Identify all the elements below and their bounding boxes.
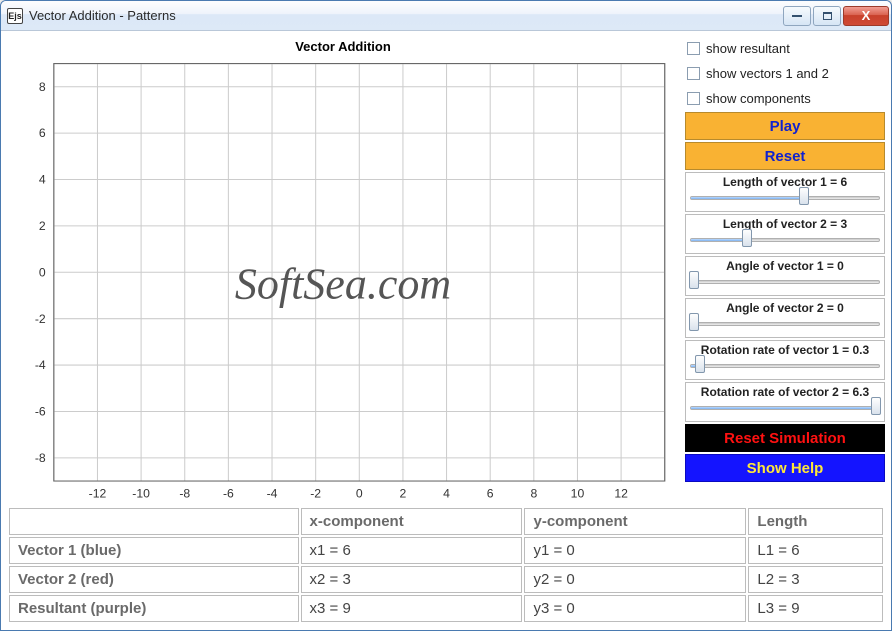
svg-text:4: 4 — [39, 173, 46, 187]
checkbox-label: show vectors 1 and 2 — [706, 66, 829, 81]
svg-text:8: 8 — [530, 486, 537, 500]
slider-thumb[interactable] — [689, 313, 699, 331]
reset-simulation-button[interactable]: Reset Simulation — [685, 424, 885, 452]
svg-text:-10: -10 — [132, 486, 150, 500]
slider-thumb[interactable] — [695, 355, 705, 373]
row-x: x3 = 9 — [301, 595, 523, 622]
chart-panel: Vector Addition -12 -10 -8 -6 -4 -2 0 2 4 6 8 10 12 -… — [7, 37, 679, 500]
play-button[interactable]: Play — [685, 112, 885, 140]
table-header — [9, 508, 299, 535]
table-row: Vector 2 (red) x2 = 3 y2 = 0 L2 = 3 — [9, 566, 883, 593]
close-icon: X — [862, 8, 871, 23]
checkbox-show-vectors[interactable]: show vectors 1 and 2 — [685, 62, 885, 85]
row-name: Vector 2 (red) — [9, 566, 299, 593]
slider-label: Length of vector 1 = 6 — [690, 175, 880, 191]
svg-text:6: 6 — [487, 486, 494, 500]
row-l: L2 = 3 — [748, 566, 883, 593]
checkbox-show-resultant[interactable]: show resultant — [685, 37, 885, 60]
svg-text:6: 6 — [39, 126, 46, 140]
slider-rate-1[interactable]: Rotation rate of vector 1 = 0.3 — [685, 340, 885, 380]
svg-text:0: 0 — [356, 486, 363, 500]
slider-thumb[interactable] — [871, 397, 881, 415]
row-x: x1 = 6 — [301, 537, 523, 564]
chart-title: Vector Addition — [7, 37, 679, 58]
table-header-row: x-component y-component Length — [9, 508, 883, 535]
titlebar[interactable]: Ejs Vector Addition - Patterns X — [1, 1, 891, 31]
svg-text:8: 8 — [39, 80, 46, 94]
svg-text:-8: -8 — [179, 486, 190, 500]
svg-text:0: 0 — [39, 265, 46, 279]
maximize-icon — [823, 12, 832, 20]
slider-label: Rotation rate of vector 2 = 6.3 — [690, 385, 880, 401]
slider-length-1[interactable]: Length of vector 1 = 6 — [685, 172, 885, 212]
slider-thumb[interactable] — [689, 271, 699, 289]
row-name: Resultant (purple) — [9, 595, 299, 622]
svg-text:-4: -4 — [267, 486, 278, 500]
svg-text:12: 12 — [614, 486, 628, 500]
checkbox-icon — [687, 67, 700, 80]
table-header: y-component — [524, 508, 746, 535]
table-row: Vector 1 (blue) x1 = 6 y1 = 0 L1 = 6 — [9, 537, 883, 564]
svg-text:2: 2 — [39, 219, 46, 233]
slider-label: Rotation rate of vector 1 = 0.3 — [690, 343, 880, 359]
slider-label: Angle of vector 2 = 0 — [690, 301, 880, 317]
svg-text:-2: -2 — [310, 486, 321, 500]
svg-text:-8: -8 — [35, 451, 46, 465]
svg-text:-6: -6 — [35, 405, 46, 419]
svg-text:2: 2 — [400, 486, 407, 500]
slider-length-2[interactable]: Length of vector 2 = 3 — [685, 214, 885, 254]
window-title: Vector Addition - Patterns — [29, 8, 781, 23]
data-table: x-component y-component Length Vector 1 … — [7, 506, 885, 624]
table-row: Resultant (purple) x3 = 9 y3 = 0 L3 = 9 — [9, 595, 883, 622]
slider-angle-1[interactable]: Angle of vector 1 = 0 — [685, 256, 885, 296]
checkbox-label: show resultant — [706, 41, 790, 56]
row-l: L1 = 6 — [748, 537, 883, 564]
control-panel: show resultant show vectors 1 and 2 show… — [685, 37, 885, 500]
table-header: x-component — [301, 508, 523, 535]
slider-label: Angle of vector 1 = 0 — [690, 259, 880, 275]
svg-text:10: 10 — [571, 486, 585, 500]
row-name: Vector 1 (blue) — [9, 537, 299, 564]
slider-rate-2[interactable]: Rotation rate of vector 2 = 6.3 — [685, 382, 885, 422]
table-header: Length — [748, 508, 883, 535]
row-y: y1 = 0 — [524, 537, 746, 564]
checkbox-icon — [687, 92, 700, 105]
slider-angle-2[interactable]: Angle of vector 2 = 0 — [685, 298, 885, 338]
svg-text:-2: -2 — [35, 312, 46, 326]
checkbox-show-components[interactable]: show components — [685, 87, 885, 110]
chart-svg: -12 -10 -8 -6 -4 -2 0 2 4 6 8 10 12 -8 -6 -4 -2 0 2 4 6 8 — [7, 58, 679, 509]
row-y: y2 = 0 — [524, 566, 746, 593]
checkbox-label: show components — [706, 91, 811, 106]
slider-thumb[interactable] — [799, 187, 809, 205]
slider-label: Length of vector 2 = 3 — [690, 217, 880, 233]
row-l: L3 = 9 — [748, 595, 883, 622]
chart-plot-area[interactable]: -12-10-8-6-4-2024681012-8-6-4-202468 Sof… — [7, 58, 679, 509]
maximize-button[interactable] — [813, 6, 841, 26]
svg-text:-4: -4 — [35, 358, 46, 372]
app-window: Ejs Vector Addition - Patterns X Vector … — [0, 0, 892, 631]
minimize-button[interactable] — [783, 6, 811, 26]
checkbox-icon — [687, 42, 700, 55]
row-x: x2 = 3 — [301, 566, 523, 593]
close-button[interactable]: X — [843, 6, 889, 26]
minimize-icon — [792, 15, 802, 17]
slider-thumb[interactable] — [742, 229, 752, 247]
svg-text:4: 4 — [443, 486, 450, 500]
svg-text:-6: -6 — [223, 486, 234, 500]
show-help-button[interactable]: Show Help — [685, 454, 885, 482]
row-y: y3 = 0 — [524, 595, 746, 622]
svg-text:-12: -12 — [89, 486, 107, 500]
reset-button[interactable]: Reset — [685, 142, 885, 170]
app-icon: Ejs — [7, 8, 23, 24]
